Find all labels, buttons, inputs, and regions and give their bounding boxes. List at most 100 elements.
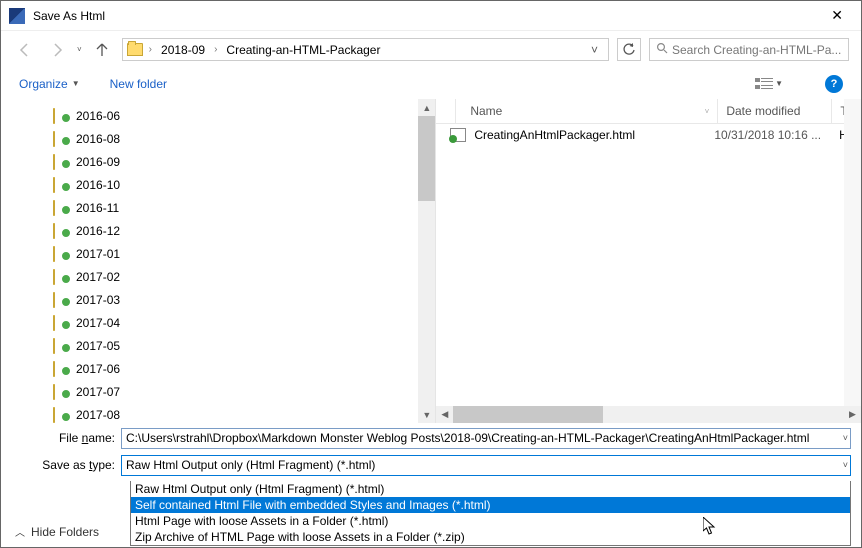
tree-item-label: 2016-09 (76, 155, 120, 169)
tree-item-label: 2016-08 (76, 132, 120, 146)
tree-item[interactable]: 2017-08 (49, 403, 435, 423)
navbar: ˅ › 2018-09 › Creating-an-HTML-Packager … (1, 31, 861, 68)
tree-item[interactable]: 2016-12 (49, 219, 435, 242)
scroll-down-arrow[interactable]: ▼ (418, 406, 435, 423)
scroll-left-arrow[interactable]: ◀ (436, 406, 453, 423)
titlebar: Save As Html ✕ (1, 1, 861, 31)
tree-item[interactable]: 2016-06 (49, 104, 435, 127)
saveastype-select[interactable]: Raw Html Output only (Html Fragment) (*.… (121, 455, 851, 476)
tree-item[interactable]: 2017-03 (49, 288, 435, 311)
filename-input[interactable]: C:\Users\rstrahl\Dropbox\Markdown Monste… (121, 428, 851, 449)
breadcrumb-seg1[interactable]: 2018-09 (158, 41, 208, 59)
search-box[interactable]: Search Creating-an-HTML-Pa... (649, 38, 849, 61)
app-icon (9, 8, 25, 24)
file-list-area: Name˅ Date modified Ty CreatingAnHtmlPac… (436, 99, 861, 423)
tree-item-label: 2017-07 (76, 385, 120, 399)
breadcrumb-seg2[interactable]: Creating-an-HTML-Packager (223, 41, 383, 59)
tree-item-label: 2016-06 (76, 109, 120, 123)
window-title: Save As Html (33, 9, 821, 23)
tree-item[interactable]: 2017-01 (49, 242, 435, 265)
folder-icon (53, 224, 69, 237)
chevron-right-icon[interactable]: › (147, 44, 154, 55)
help-button[interactable]: ? (825, 75, 843, 93)
tree-item-label: 2017-01 (76, 247, 120, 261)
new-folder-button[interactable]: New folder (110, 77, 167, 91)
chevron-down-icon[interactable]: ˅ (843, 460, 848, 470)
file-name: CreatingAnHtmlPackager.html (474, 128, 714, 142)
file-date: 10/31/2018 10:16 ... (714, 128, 821, 142)
search-icon (656, 42, 668, 57)
folder-icon (53, 408, 69, 421)
scroll-thumb[interactable] (453, 406, 603, 423)
body-area: 2016-06 2016-08 2016-09 2016-10 2016-11 2016-… (1, 99, 861, 423)
dropdown-option[interactable]: Zip Archive of HTML Page with loose Asse… (131, 529, 850, 545)
arrow-left-icon (16, 41, 34, 59)
hide-folders-button[interactable]: ︿ Hide Folders (15, 524, 99, 539)
folder-icon (53, 155, 69, 168)
tree-item[interactable]: 2016-11 (49, 196, 435, 219)
file-row[interactable]: CreatingAnHtmlPackager.html10/31/2018 10… (436, 124, 861, 145)
folder-icon (53, 293, 69, 306)
chevron-down-icon: ▼ (775, 79, 783, 88)
folder-icon (53, 132, 69, 145)
tree-item-label: 2017-06 (76, 362, 120, 376)
tree-item[interactable]: 2016-09 (49, 150, 435, 173)
dropdown-option[interactable]: Html Page with loose Assets in a Folder … (131, 513, 850, 529)
horizontal-scrollbar[interactable]: ◀ ▶ (436, 406, 861, 423)
folder-icon (53, 385, 69, 398)
tree-item-label: 2017-04 (76, 316, 120, 330)
tree-item[interactable]: 2017-06 (49, 357, 435, 380)
saveastype-dropdown: Raw Html Output only (Html Fragment) (*.… (130, 481, 851, 546)
close-button[interactable]: ✕ (821, 3, 853, 28)
tree-item[interactable]: 2017-04 (49, 311, 435, 334)
tree-item-label: 2016-11 (76, 201, 119, 215)
tree-item-label: 2017-08 (76, 408, 120, 422)
search-placeholder: Search Creating-an-HTML-Pa... (672, 43, 842, 57)
history-dropdown[interactable]: ˅ (77, 45, 82, 54)
chevron-down-icon: ▼ (72, 79, 80, 88)
organize-menu[interactable]: Organize ▼ (19, 77, 80, 91)
vertical-scrollbar[interactable] (844, 99, 861, 406)
scroll-thumb[interactable] (418, 116, 435, 201)
tree-item-label: 2017-05 (76, 339, 120, 353)
view-options-button[interactable]: ▼ (755, 77, 783, 91)
tree-item[interactable]: 2017-07 (49, 380, 435, 403)
html-file-icon (450, 128, 466, 142)
folder-icon (53, 178, 69, 191)
back-button[interactable] (13, 38, 37, 62)
dropdown-option[interactable]: Self contained Html File with embedded S… (131, 497, 850, 513)
chevron-up-icon: ︿ (15, 524, 25, 539)
folder-icon (53, 201, 69, 214)
folder-icon (53, 109, 69, 122)
column-name[interactable]: Name˅ (456, 99, 718, 123)
toolbar: Organize ▼ New folder ▼ ? (1, 68, 861, 99)
folder-icon (53, 339, 69, 352)
view-icon (755, 77, 773, 91)
tree-item[interactable]: 2016-08 (49, 127, 435, 150)
folder-icon (53, 247, 69, 260)
refresh-button[interactable] (617, 38, 641, 61)
forward-button[interactable] (45, 38, 69, 62)
file-list[interactable]: CreatingAnHtmlPackager.html10/31/2018 10… (436, 124, 861, 406)
organize-label: Organize (19, 77, 68, 91)
column-date[interactable]: Date modified (718, 99, 832, 123)
address-dropdown[interactable]: ˅ (585, 43, 604, 57)
scroll-up-arrow[interactable]: ▲ (418, 99, 435, 116)
tree-item-label: 2016-12 (76, 224, 120, 238)
tree-item[interactable]: 2017-02 (49, 265, 435, 288)
chevron-down-icon[interactable]: ˅ (843, 433, 848, 443)
tree-scrollbar[interactable]: ▲ ▼ (418, 99, 435, 423)
up-button[interactable] (90, 38, 114, 62)
scroll-right-arrow[interactable]: ▶ (844, 406, 861, 423)
filename-label: File name: (11, 431, 121, 445)
folder-icon (53, 362, 69, 375)
dropdown-option[interactable]: Raw Html Output only (Html Fragment) (*.… (131, 481, 850, 497)
tree-item[interactable]: 2016-10 (49, 173, 435, 196)
file-header: Name˅ Date modified Ty (436, 99, 861, 124)
tree-item[interactable]: 2017-05 (49, 334, 435, 357)
folder-icon (53, 316, 69, 329)
refresh-icon (622, 43, 636, 57)
saveastype-label: Save as type: (11, 458, 121, 472)
address-bar[interactable]: › 2018-09 › Creating-an-HTML-Packager ˅ (122, 38, 609, 61)
chevron-right-icon[interactable]: › (212, 44, 219, 55)
